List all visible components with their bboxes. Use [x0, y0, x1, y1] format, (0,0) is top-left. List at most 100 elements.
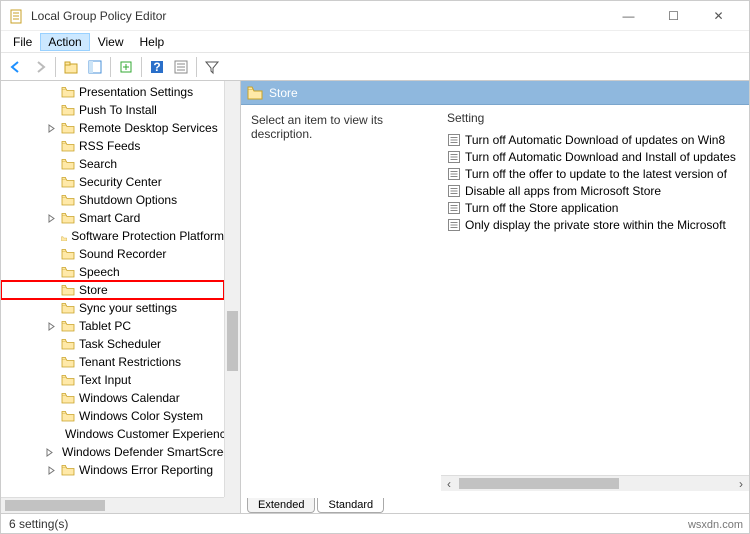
settings-list: Turn off Automatic Download of updates o…	[441, 131, 749, 233]
tree-node-speech[interactable]: Speech	[1, 263, 224, 281]
tree-node-presentation-settings[interactable]: Presentation Settings	[1, 83, 224, 101]
menubar: FileActionViewHelp	[1, 31, 749, 53]
tree-node-sound-recorder[interactable]: Sound Recorder	[1, 245, 224, 263]
tree-node-label: Store	[79, 283, 108, 297]
policy-setting-icon	[447, 167, 461, 181]
tree-node-label: Shutdown Options	[79, 193, 177, 207]
tab-standard[interactable]: Standard	[317, 498, 384, 513]
filter-button[interactable]	[201, 56, 223, 78]
back-button[interactable]	[5, 56, 27, 78]
menu-item-help[interactable]: Help	[132, 33, 173, 51]
setting-label: Turn off the offer to update to the late…	[465, 167, 727, 181]
tree-node-text-input[interactable]: Text Input	[1, 371, 224, 389]
tree-node-tenant-restrictions[interactable]: Tenant Restrictions	[1, 353, 224, 371]
status-text: 6 setting(s)	[9, 517, 68, 531]
tree-node-store[interactable]: Store	[1, 281, 224, 299]
setting-item[interactable]: Only display the private store within th…	[445, 216, 745, 233]
tree-node-label: Task Scheduler	[79, 337, 161, 351]
scrollbar-thumb[interactable]	[5, 500, 105, 511]
scrollbar-thumb[interactable]	[227, 311, 238, 371]
tree-node-windows-color-system[interactable]: Windows Color System	[1, 407, 224, 425]
help-button[interactable]: ?	[146, 56, 168, 78]
watermark: wsxdn.com	[688, 519, 743, 531]
titlebar: Local Group Policy Editor — ☐ ✕	[1, 1, 749, 31]
tab-extended[interactable]: Extended	[247, 498, 315, 513]
tree-node-rss-feeds[interactable]: RSS Feeds	[1, 137, 224, 155]
setting-item[interactable]: Disable all apps from Microsoft Store	[445, 182, 745, 199]
detail-tabs: Extended Standard	[241, 491, 749, 513]
folder-icon	[61, 194, 75, 206]
menu-item-file[interactable]: File	[5, 33, 40, 51]
folder-icon	[61, 248, 75, 260]
tree-node-label: Remote Desktop Services	[79, 121, 218, 135]
show-hide-tree-button[interactable]	[84, 56, 106, 78]
maximize-button[interactable]: ☐	[651, 2, 696, 30]
setting-label: Only display the private store within th…	[465, 218, 726, 232]
tree-node-search[interactable]: Search	[1, 155, 224, 173]
tree-node-windows-customer-experience[interactable]: Windows Customer Experience	[1, 425, 224, 443]
menu-item-view[interactable]: View	[90, 33, 132, 51]
setting-item[interactable]: Turn off Automatic Download of updates o…	[445, 131, 745, 148]
tree-node-software-protection-platform[interactable]: Software Protection Platform	[1, 227, 224, 245]
tree-node-smart-card[interactable]: Smart Card	[1, 209, 224, 227]
setting-item[interactable]: Turn off the Store application	[445, 199, 745, 216]
scrollbar-track[interactable]	[457, 476, 733, 491]
chevron-right-icon[interactable]	[45, 320, 57, 332]
folder-icon	[61, 230, 67, 242]
content-area: Presentation Settings Push To Install Remo…	[1, 81, 749, 513]
forward-button[interactable]	[29, 56, 51, 78]
tree-node-shutdown-options[interactable]: Shutdown Options	[1, 191, 224, 209]
folder-icon	[61, 284, 75, 296]
chevron-right-icon[interactable]	[45, 446, 54, 458]
detail-horizontal-scrollbar[interactable]: ‹ ›	[441, 475, 749, 491]
scroll-left-arrow[interactable]: ‹	[441, 476, 457, 492]
folder-icon	[61, 302, 75, 314]
chevron-right-icon[interactable]	[45, 212, 57, 224]
scrollbar-thumb[interactable]	[459, 478, 619, 489]
folder-icon	[61, 86, 75, 98]
tree-node-remote-desktop-services[interactable]: Remote Desktop Services	[1, 119, 224, 137]
statusbar: 6 setting(s)	[1, 513, 749, 533]
tree-node-windows-calendar[interactable]: Windows Calendar	[1, 389, 224, 407]
folder-icon	[247, 86, 263, 100]
policy-setting-icon	[447, 218, 461, 232]
tree-node-label: Windows Color System	[79, 409, 203, 423]
folder-icon	[61, 464, 75, 476]
svg-text:?: ?	[153, 60, 160, 74]
folder-icon	[61, 176, 75, 188]
toolbar-separator	[141, 57, 142, 77]
tree-node-label: Sound Recorder	[79, 247, 166, 261]
setting-item[interactable]: Turn off Automatic Download and Install …	[445, 148, 745, 165]
options-button[interactable]	[170, 56, 192, 78]
tree-node-windows-defender-smartscreen[interactable]: Windows Defender SmartScreen	[1, 443, 224, 461]
setting-label: Turn off the Store application	[465, 201, 618, 215]
chevron-right-icon[interactable]	[45, 464, 57, 476]
tree-node-tablet-pc[interactable]: Tablet PC	[1, 317, 224, 335]
tree-node-label: Speech	[79, 265, 120, 279]
close-button[interactable]: ✕	[696, 2, 741, 30]
tree-node-task-scheduler[interactable]: Task Scheduler	[1, 335, 224, 353]
tree-node-security-center[interactable]: Security Center	[1, 173, 224, 191]
setting-item[interactable]: Turn off the offer to update to the late…	[445, 165, 745, 182]
policy-setting-icon	[447, 201, 461, 215]
minimize-button[interactable]: —	[606, 2, 651, 30]
export-list-button[interactable]	[115, 56, 137, 78]
tree-node-sync-your-settings[interactable]: Sync your settings	[1, 299, 224, 317]
description-text: Select an item to view its description.	[251, 113, 431, 141]
menu-item-action[interactable]: Action	[40, 33, 89, 51]
tree-vertical-scrollbar[interactable]	[224, 81, 240, 497]
policy-setting-icon	[447, 150, 461, 164]
tree-node-label: Software Protection Platform	[71, 229, 224, 243]
tree-node-windows-error-reporting[interactable]: Windows Error Reporting	[1, 461, 224, 479]
toolbar-separator	[110, 57, 111, 77]
tree-node-label: Push To Install	[79, 103, 157, 117]
policy-setting-icon	[447, 133, 461, 147]
tree-node-push-to-install[interactable]: Push To Install	[1, 101, 224, 119]
scroll-right-arrow[interactable]: ›	[733, 476, 749, 492]
settings-column-header[interactable]: Setting	[441, 109, 749, 131]
up-button[interactable]	[60, 56, 82, 78]
folder-icon	[61, 140, 75, 152]
tree-horizontal-scrollbar[interactable]	[1, 497, 224, 513]
chevron-right-icon[interactable]	[45, 122, 57, 134]
window-title: Local Group Policy Editor	[31, 9, 606, 23]
